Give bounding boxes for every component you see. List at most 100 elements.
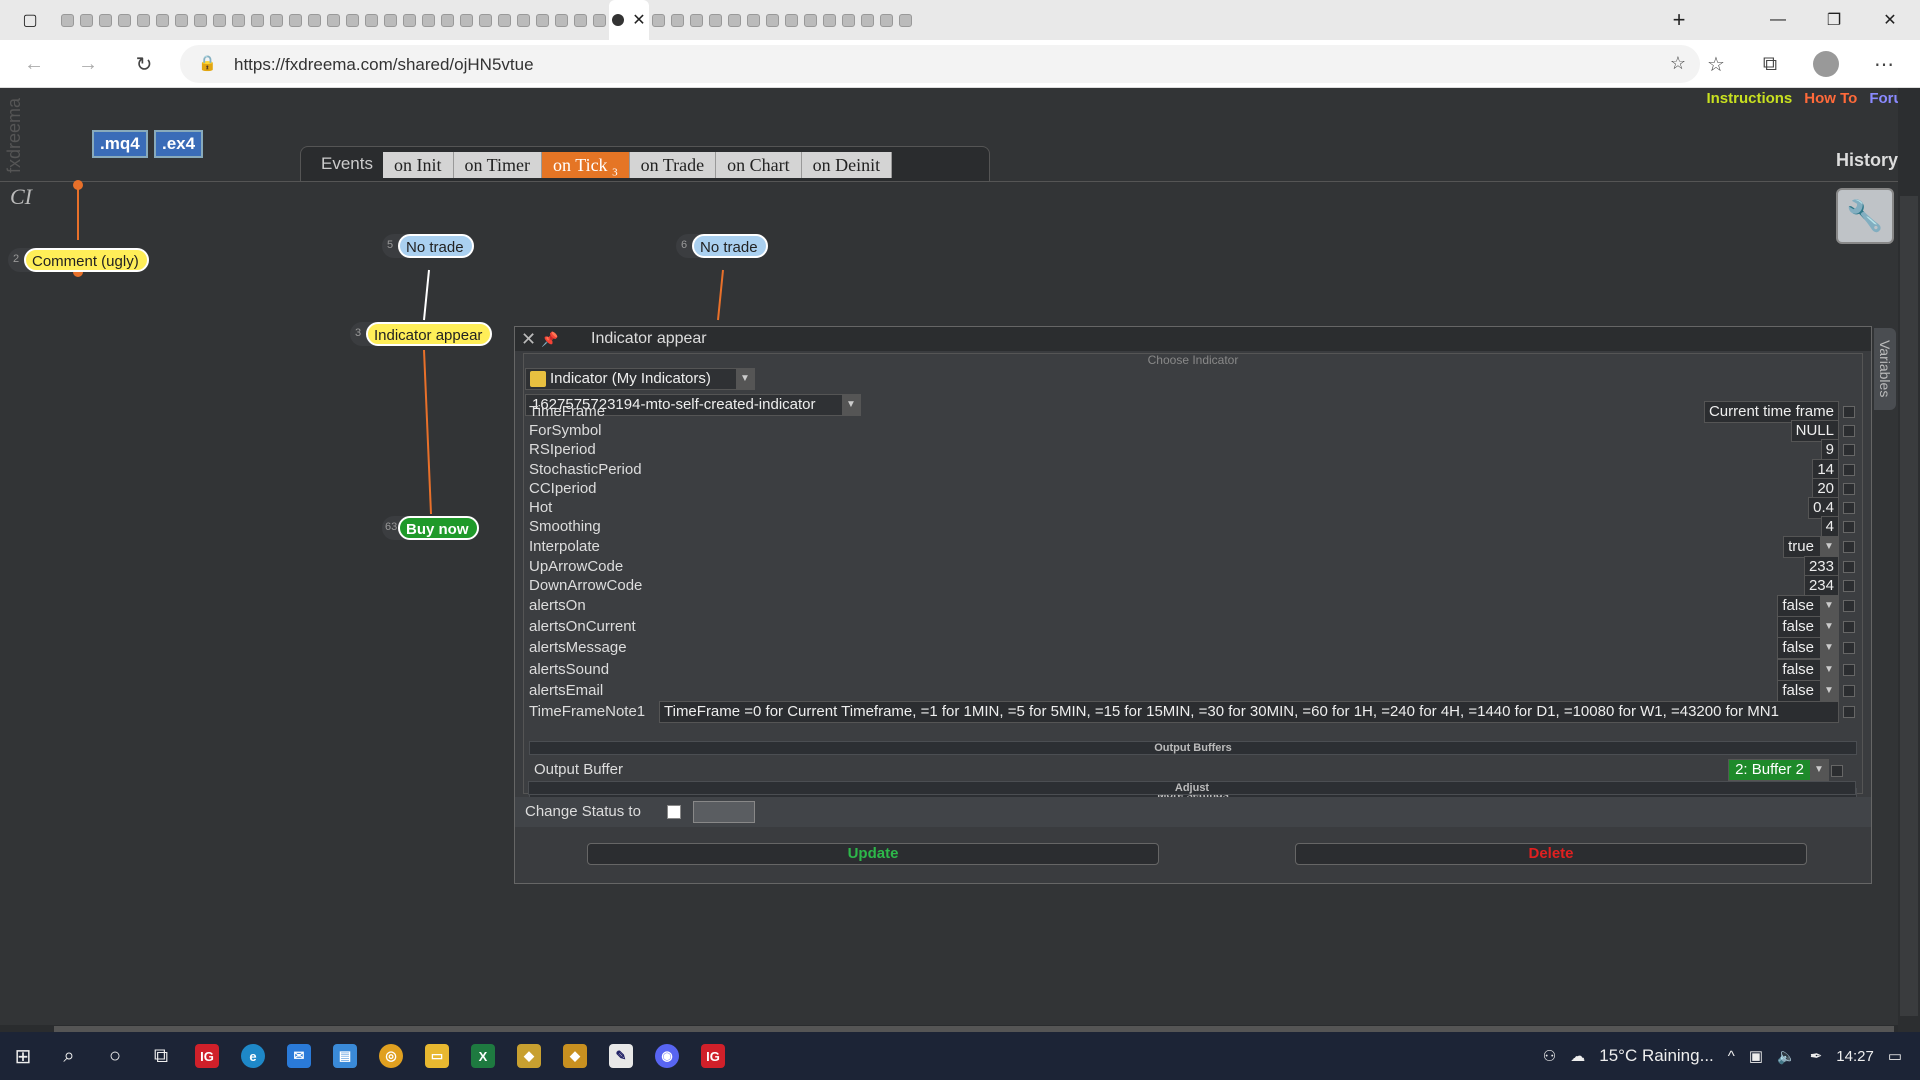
close-tab-icon[interactable]: ✕ (632, 10, 645, 30)
browser-tab[interactable] (571, 9, 590, 31)
browser-tab[interactable] (495, 9, 514, 31)
favorites-icon[interactable]: ☆ (1700, 48, 1732, 80)
pen-icon[interactable]: ✒ (1810, 1047, 1823, 1065)
param-checkbox[interactable] (1843, 483, 1855, 495)
excel-icon[interactable]: X (460, 1032, 506, 1080)
param-select[interactable]: false ▼ (1777, 595, 1839, 617)
param-checkbox[interactable] (1843, 706, 1855, 718)
param-checkbox[interactable] (1843, 425, 1855, 437)
param-checkbox[interactable] (1843, 642, 1855, 654)
browser-tab[interactable] (649, 9, 668, 31)
output-buffer-checkbox[interactable] (1831, 765, 1843, 777)
weather-text[interactable]: 15°C Raining... (1599, 1046, 1714, 1066)
browser-tab[interactable] (286, 9, 305, 31)
param-checkbox[interactable] (1843, 541, 1855, 553)
param-checkbox[interactable] (1843, 464, 1855, 476)
browser-tab[interactable] (801, 9, 820, 31)
browser-tab[interactable] (782, 9, 801, 31)
url-field[interactable]: 🔒 https://fxdreema.com/shared/ojHN5vtue … (180, 45, 1700, 83)
browser-tab[interactable] (706, 9, 725, 31)
browser-tab[interactable] (820, 9, 839, 31)
variables-tab[interactable]: Variables (1874, 328, 1896, 410)
param-input[interactable]: TimeFrame =0 for Current Timeframe, =1 f… (659, 701, 1839, 723)
param-checkbox[interactable] (1843, 685, 1855, 697)
ig-app-2-icon[interactable]: IG (690, 1032, 736, 1080)
menu-icon[interactable]: ⋯ (1868, 48, 1900, 80)
browser-tab[interactable] (552, 9, 571, 31)
cortana-icon[interactable]: ○ (92, 1032, 138, 1080)
browser-tab[interactable] (172, 9, 191, 31)
people-icon[interactable]: ⚇ (1543, 1047, 1556, 1065)
app-icon[interactable]: ▤ (322, 1032, 368, 1080)
param-checkbox[interactable] (1843, 561, 1855, 573)
browser-tab[interactable] (324, 9, 343, 31)
param-checkbox[interactable] (1843, 621, 1855, 633)
browser-tab[interactable] (763, 9, 782, 31)
browser-tab[interactable] (77, 9, 96, 31)
forward-icon[interactable]: → (72, 48, 104, 80)
minimize-icon[interactable]: — (1750, 0, 1806, 40)
browser-tab-active[interactable]: ✕ (609, 0, 649, 40)
search-icon[interactable]: ⌕ (46, 1032, 92, 1080)
browser-tab[interactable] (343, 9, 362, 31)
browser-tab[interactable] (248, 9, 267, 31)
notepad-icon[interactable]: ✎ (598, 1032, 644, 1080)
browser-tab[interactable] (134, 9, 153, 31)
browser-tab[interactable] (839, 9, 858, 31)
weather-icon[interactable]: ☁ (1570, 1047, 1585, 1065)
browser-tab[interactable] (153, 9, 172, 31)
task-view-icon[interactable]: ⧉ (138, 1032, 184, 1080)
param-select[interactable]: false ▼ (1777, 680, 1839, 702)
param-select[interactable]: false ▼ (1777, 616, 1839, 638)
node-no-trade-1[interactable]: 5 No trade (382, 234, 474, 258)
param-select[interactable]: false ▼ (1777, 637, 1839, 659)
param-checkbox[interactable] (1843, 580, 1855, 592)
browser-tab[interactable] (533, 9, 552, 31)
browser-tab[interactable] (210, 9, 229, 31)
browser-tab[interactable] (115, 9, 134, 31)
collections-icon[interactable]: ⧉ (1754, 48, 1786, 80)
browser-tab[interactable] (362, 9, 381, 31)
browser-tab[interactable] (877, 9, 896, 31)
node-no-trade-2[interactable]: 6 No trade (676, 234, 768, 258)
browser-tab[interactable] (229, 9, 248, 31)
delete-button[interactable]: Delete (1295, 843, 1807, 865)
browser-tab[interactable] (744, 9, 763, 31)
start-icon[interactable]: ⊞ (0, 1032, 46, 1080)
param-checkbox[interactable] (1843, 502, 1855, 514)
status-color-select[interactable] (693, 801, 755, 823)
browser-tab[interactable] (457, 9, 476, 31)
ig-app-icon[interactable]: IG (184, 1032, 230, 1080)
browser-tab[interactable] (668, 9, 687, 31)
browser-tab[interactable] (305, 9, 324, 31)
browser-tab[interactable] (381, 9, 400, 31)
node-comment[interactable]: 2 Comment (ugly) (8, 248, 149, 272)
param-select[interactable]: false ▼ (1777, 659, 1839, 681)
edge-icon[interactable]: e (230, 1032, 276, 1080)
add-favorite-icon[interactable]: ☆ (1670, 53, 1686, 74)
node-buy-now[interactable]: 63 Buy now (382, 516, 479, 540)
metatrader-icon[interactable]: ◆ (506, 1032, 552, 1080)
adjust-bar[interactable]: Adjust (528, 781, 1856, 795)
browser-tab[interactable] (267, 9, 286, 31)
discord-icon[interactable]: ◉ (644, 1032, 690, 1080)
close-window-icon[interactable]: ✕ (1862, 0, 1918, 40)
change-status-checkbox[interactable] (667, 805, 681, 819)
new-tab-icon[interactable]: + (1664, 7, 1694, 32)
browser-tab[interactable] (590, 9, 609, 31)
browser-tab[interactable] (96, 9, 115, 31)
browser-tab[interactable] (858, 9, 877, 31)
close-icon[interactable]: ✕ (521, 329, 541, 350)
indicator-type-select[interactable]: Indicator (My Indicators) ▼ (525, 368, 755, 390)
tab-actions-icon[interactable]: ▢ (14, 4, 46, 36)
browser-tab[interactable] (419, 9, 438, 31)
chevron-up-icon[interactable]: ^ (1728, 1048, 1735, 1065)
browser-tab[interactable] (58, 9, 77, 31)
refresh-icon[interactable]: ↻ (128, 48, 160, 80)
param-checkbox[interactable] (1843, 521, 1855, 533)
pin-icon[interactable]: 📌 (541, 331, 581, 348)
browser-tab[interactable] (191, 9, 210, 31)
browser-tab[interactable] (725, 9, 744, 31)
mail-icon[interactable]: ✉ (276, 1032, 322, 1080)
back-icon[interactable]: ← (18, 48, 50, 80)
